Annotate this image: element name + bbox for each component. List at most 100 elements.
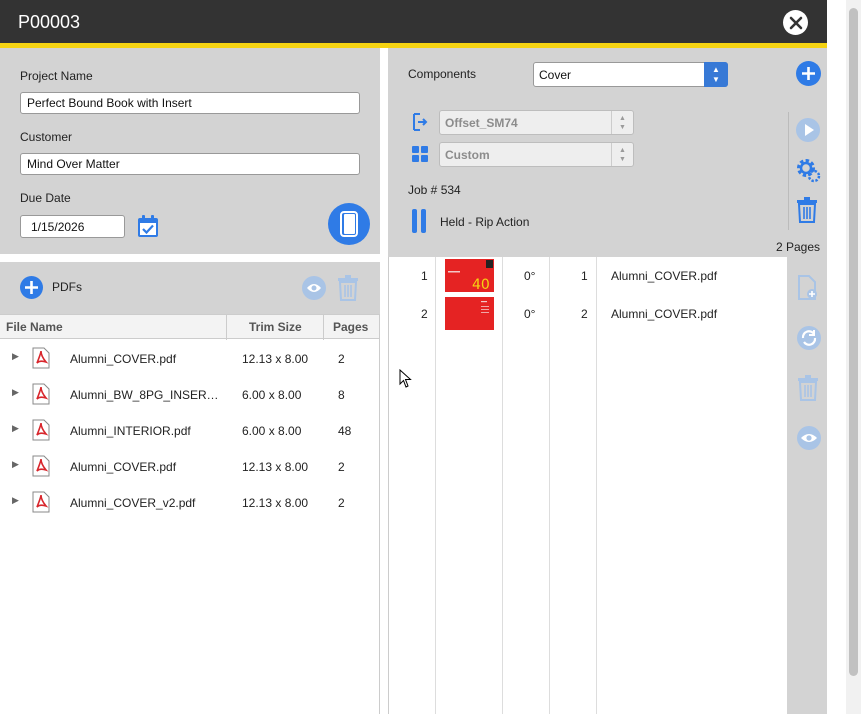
imposition-grid-icon: [412, 145, 428, 163]
imposition-value: Custom: [445, 148, 490, 162]
page-index: 1: [421, 269, 428, 283]
page-rotation: 0°: [524, 307, 536, 321]
settings-button[interactable]: [795, 157, 821, 183]
page-file-name: Alumni_COVER.pdf: [611, 307, 718, 321]
eye-icon: [307, 284, 321, 292]
pause-icon: [412, 209, 428, 233]
trash-icon: [797, 197, 817, 223]
due-date-input[interactable]: [20, 215, 125, 238]
customer-input[interactable]: [20, 153, 360, 175]
window-scrollbar[interactable]: [846, 0, 861, 714]
page-thumbnail[interactable]: [445, 297, 494, 330]
source-page: 1: [581, 269, 588, 283]
job-status: Held - Rip Action: [440, 215, 530, 229]
add-page-icon: [798, 275, 817, 300]
book-button[interactable]: [328, 203, 370, 245]
file-name: Alumni_INTERIOR.pdf: [70, 424, 191, 438]
trim-size: 6.00 x 8.00: [242, 424, 302, 438]
table-row[interactable]: ▶ Alumni_COVER.pdf 12.13 x 8.00 2: [0, 448, 379, 484]
settings-gear-icon: [797, 159, 821, 183]
table-row[interactable]: ▶ Alumni_INTERIOR.pdf 6.00 x 8.00 48: [0, 412, 379, 448]
page-index: 2: [421, 307, 428, 321]
pdf-file-table: File Name Trim Size Pages ▶ Alumni_COVER.…: [0, 314, 380, 714]
delete-component-button[interactable]: [796, 197, 822, 223]
svg-text:40: 40: [472, 277, 490, 292]
chevron-updown-icon: ▲ ▼: [611, 111, 633, 134]
trash-icon: [798, 375, 818, 401]
page-list: 1 40 0° 1 Alumni_COVER.pdf 2 0° 2 Alumni_COVER.p…: [388, 257, 787, 714]
page-thumbnail[interactable]: 40: [445, 259, 494, 293]
col-pages[interactable]: Pages: [333, 320, 368, 334]
play-icon: [796, 118, 820, 142]
pdf-file-icon: [32, 455, 50, 477]
scrollbar-thumb[interactable]: [849, 8, 858, 676]
calendar-icon[interactable]: [137, 214, 159, 238]
play-button[interactable]: [795, 117, 821, 143]
add-component-button[interactable]: [796, 61, 821, 86]
trim-size: 12.13 x 8.00: [242, 496, 309, 510]
pdf-file-icon: [32, 419, 50, 441]
col-file-name[interactable]: File Name: [6, 320, 63, 334]
add-icon: [25, 281, 38, 294]
project-name-label: Project Name: [20, 69, 93, 83]
window-title: P00003: [18, 12, 81, 32]
file-name: Alumni_COVER.pdf: [70, 460, 177, 474]
output-device-value: Offset_SM74: [445, 116, 518, 130]
page-count-cell: 48: [338, 424, 352, 438]
refresh-icon: [797, 326, 821, 350]
output-device-select[interactable]: Offset_SM74 ▲ ▼: [439, 110, 634, 135]
page-count-cell: 8: [338, 388, 345, 402]
toolbar-divider: [788, 112, 789, 230]
table-row[interactable]: ▶ Alumni_COVER.pdf 12.13 x 8.00 2: [0, 340, 379, 376]
page-row[interactable]: 2 0° 2 Alumni_COVER.pdf: [389, 295, 788, 333]
imposition-select[interactable]: Custom ▲ ▼: [439, 142, 634, 167]
job-number: Job # 534: [408, 183, 461, 197]
page-count-cell: 2: [338, 352, 345, 366]
eye-icon: [797, 426, 821, 450]
expand-caret-icon[interactable]: ▶: [12, 351, 19, 362]
trim-size: 6.00 x 8.00: [242, 388, 302, 402]
table-row[interactable]: ▶ Alumni_COVER_v2.pdf 12.13 x 8.00 2: [0, 484, 379, 520]
page-rotation: 0°: [524, 269, 536, 283]
expand-caret-icon[interactable]: ▶: [12, 423, 19, 434]
title-bar: P00003: [0, 0, 827, 43]
components-select[interactable]: Cover ▲ ▼: [533, 62, 728, 87]
due-date-label: Due Date: [20, 191, 71, 205]
col-trim-size[interactable]: Trim Size: [249, 320, 302, 334]
add-icon: [802, 67, 815, 80]
panel-divider-vertical: [380, 48, 388, 714]
preview-page-button[interactable]: [796, 425, 822, 451]
pdf-file-icon: [32, 347, 50, 369]
page-file-name: Alumni_COVER.pdf: [611, 269, 718, 283]
refresh-button[interactable]: [796, 325, 822, 351]
source-page: 2: [581, 307, 588, 321]
trim-size: 12.13 x 8.00: [242, 460, 309, 474]
components-label: Components: [408, 67, 477, 81]
page-count-cell: 2: [338, 460, 345, 474]
pdf-file-icon: [32, 383, 50, 405]
page-row[interactable]: 1 40 0° 1 Alumni_COVER.pdf: [389, 257, 788, 295]
close-button[interactable]: [783, 10, 808, 35]
job-editor-window: P00003 Project Name Customer Due Date P: [0, 0, 827, 714]
table-header: File Name Trim Size Pages: [0, 314, 379, 340]
trash-icon: [338, 275, 358, 301]
delete-page-button[interactable]: [797, 375, 823, 401]
table-row[interactable]: ▶ Alumni_BW_8PG_INSERT.pdf 6.00 x 8.00 8: [0, 376, 379, 412]
delete-pdf-button[interactable]: [337, 275, 359, 301]
page-count-cell: 2: [338, 496, 345, 510]
add-page-button[interactable]: [797, 275, 823, 301]
book-icon: [340, 211, 358, 237]
file-name: Alumni_COVER.pdf: [70, 352, 177, 366]
panel-divider-horizontal: [0, 254, 380, 262]
project-name-input[interactable]: [20, 92, 360, 114]
expand-caret-icon[interactable]: ▶: [12, 459, 19, 470]
pdfs-label: PDFs: [52, 280, 82, 294]
expand-caret-icon[interactable]: ▶: [12, 495, 19, 506]
trim-size: 12.13 x 8.00: [242, 352, 309, 366]
expand-caret-icon[interactable]: ▶: [12, 387, 19, 398]
preview-pdf-button[interactable]: [302, 276, 326, 300]
add-pdf-button[interactable]: [20, 276, 43, 299]
chevron-updown-icon: ▲ ▼: [704, 62, 728, 87]
file-name: Alumni_COVER_v2.pdf: [70, 496, 196, 510]
close-icon: [789, 16, 802, 29]
